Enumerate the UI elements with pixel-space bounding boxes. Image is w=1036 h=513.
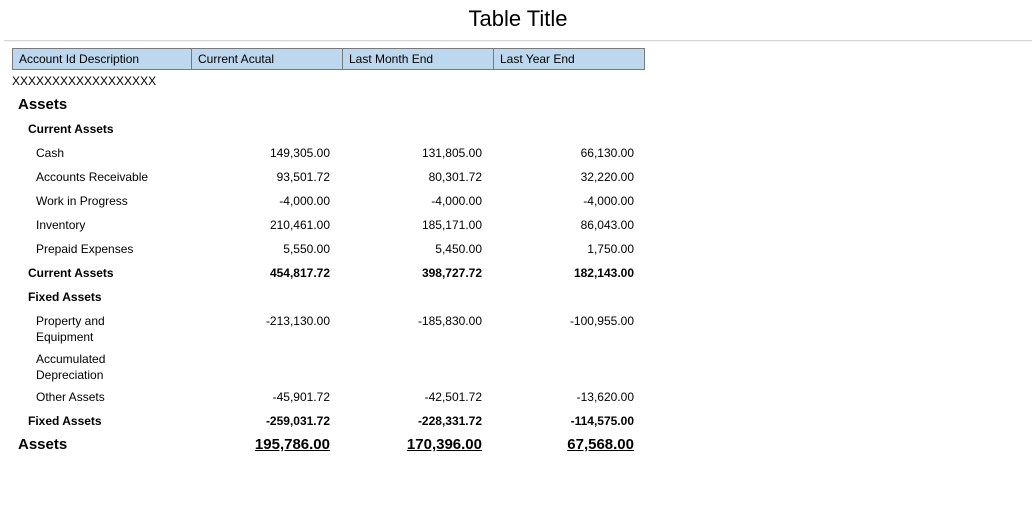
subtotal-value-last-month: -228,331.72 [356,410,508,432]
table-row: Other Assets -45,901.72 -42,501.72 -13,6… [12,386,1036,410]
table-row: Property and Equipment -213,130.00 -185,… [12,310,1036,348]
section-title: Assets [12,94,204,116]
row-value-current: -45,901.72 [204,386,356,408]
row-label: Accounts Receivable [12,166,204,188]
subtotal-row: Current Assets 454,817.72 398,727.72 182… [12,262,1036,286]
row-value-current: 5,550.00 [204,238,356,260]
row-value-last-month: 185,171.00 [356,214,508,236]
subtotal-value-current: -259,031.72 [204,410,356,432]
row-label: Accumulated Depreciation [12,348,132,386]
grand-total-label: Assets [12,434,204,456]
row-label: Cash [12,142,204,164]
subtotal-value-last-year: 182,143.00 [508,262,660,284]
row-value-last-year: 66,130.00 [508,142,660,164]
subtotal-label: Fixed Assets [12,410,204,432]
row-value-last-year [508,348,660,354]
row-value-current: 149,305.00 [204,142,356,164]
header-account-description: Account Id Description [12,48,192,70]
row-value-last-month: 5,450.00 [356,238,508,260]
row-value-last-year: -100,955.00 [508,310,660,332]
table-row: Accumulated Depreciation [12,348,1036,386]
row-value-last-year: 1,750.00 [508,238,660,260]
report-page: Table Title Account Id Description Curre… [0,0,1036,513]
column-headers: Account Id Description Current Acutal La… [12,48,1036,70]
title-divider [4,40,1032,42]
row-value-current [204,348,356,354]
table-row: Inventory 210,461.00 185,171.00 86,043.0… [12,214,1036,238]
row-value-last-month: -42,501.72 [356,386,508,408]
row-value-last-month [356,348,508,354]
row-value-current: 210,461.00 [204,214,356,236]
table-row: Prepaid Expenses 5,550.00 5,450.00 1,750… [12,238,1036,262]
table-row: Work in Progress -4,000.00 -4,000.00 -4,… [12,190,1036,214]
row-label: Other Assets [12,386,204,408]
grand-total-last-month: 170,396.00 [356,434,508,456]
row-value-last-year: -13,620.00 [508,386,660,408]
grand-total-current: 195,786.00 [204,434,356,456]
group-title-row: Fixed Assets [12,286,1036,310]
group-title: Current Assets [12,118,204,140]
subtotal-label: Current Assets [12,262,204,284]
row-value-last-month: 131,805.00 [356,142,508,164]
row-value-current: -4,000.00 [204,190,356,212]
header-last-month-end: Last Month End [342,48,494,70]
subtotal-value-last-year: -114,575.00 [508,410,660,432]
row-value-last-year: -4,000.00 [508,190,660,212]
row-value-last-year: 32,220.00 [508,166,660,188]
grand-total-row: Assets 195,786.00 170,396.00 67,568.00 [12,434,1036,458]
header-last-year-end: Last Year End [493,48,645,70]
row-value-last-month: -4,000.00 [356,190,508,212]
row-value-last-month: -185,830.00 [356,310,508,332]
group-title: Fixed Assets [12,286,204,308]
section-title-row: Assets [12,94,1036,118]
table-row: Cash 149,305.00 131,805.00 66,130.00 [12,142,1036,166]
row-value-current: 93,501.72 [204,166,356,188]
row-label: Work in Progress [12,190,204,212]
subtotal-row: Fixed Assets -259,031.72 -228,331.72 -11… [12,410,1036,434]
placeholder-row: XXXXXXXXXXXXXXXXXX [0,74,1036,88]
row-label: Prepaid Expenses [12,238,204,260]
row-label: Property and Equipment [12,310,132,348]
table-row: Accounts Receivable 93,501.72 80,301.72 … [12,166,1036,190]
row-value-current: -213,130.00 [204,310,356,332]
header-current-actual: Current Acutal [191,48,343,70]
subtotal-value-current: 454,817.72 [204,262,356,284]
grand-total-last-year: 67,568.00 [508,434,660,456]
row-value-last-month: 80,301.72 [356,166,508,188]
subtotal-value-last-month: 398,727.72 [356,262,508,284]
row-label: Inventory [12,214,204,236]
page-title: Table Title [0,0,1036,40]
row-value-last-year: 86,043.00 [508,214,660,236]
report-body: Assets Current Assets Cash 149,305.00 13… [12,94,1036,458]
group-title-row: Current Assets [12,118,1036,142]
